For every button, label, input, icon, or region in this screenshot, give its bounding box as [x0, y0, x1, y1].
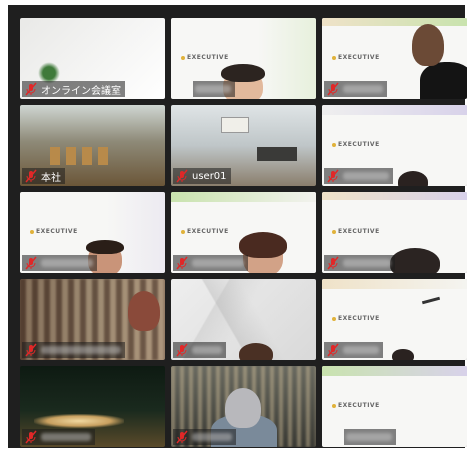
slide-accent: [258, 18, 316, 99]
participant-name-blurred: [192, 433, 232, 441]
participant-name: オンライン会議室: [41, 85, 121, 97]
participant-name-tag: [173, 429, 236, 445]
participant-name-tag: [173, 255, 248, 271]
participant-name-tag: [193, 81, 235, 97]
slide-logo: EXECUTIVE: [181, 54, 229, 61]
participant-head: [390, 248, 440, 273]
participant-name-blurred: [343, 259, 391, 267]
participant-name: 本社: [41, 172, 61, 184]
video-tile[interactable]: EXECUTIVE: [20, 192, 165, 273]
participant-name-blurred: [343, 85, 383, 93]
office-chairs: [50, 147, 110, 165]
mic-muted-icon: [327, 169, 339, 183]
slide-accent: [322, 279, 467, 289]
participant-name-tag: [22, 342, 125, 358]
participant-name-blurred: [192, 259, 244, 267]
video-tile[interactable]: オンライン会議室: [20, 18, 165, 99]
slide-logo: EXECUTIVE: [332, 402, 380, 409]
participant-head: [239, 343, 273, 360]
participant-head: [392, 349, 414, 360]
participant-name-tag: [22, 255, 97, 271]
slide-logo: EXECUTIVE: [332, 141, 380, 148]
mic-muted-icon: [176, 430, 188, 444]
participant-name-tag: [324, 168, 393, 184]
video-tile[interactable]: 本社: [20, 105, 165, 186]
mic-muted-icon: [327, 343, 339, 357]
participant-name-blurred: [343, 172, 389, 180]
video-tile[interactable]: EXECUTIVE: [171, 18, 316, 99]
slide-logo: EXECUTIVE: [332, 228, 380, 235]
mic-muted-icon: [176, 169, 188, 183]
participant-name-blurred: [41, 433, 91, 441]
participant-name-tag: 本社: [22, 168, 65, 184]
participant-name-blurred: [192, 346, 222, 354]
slide-accent: [322, 18, 467, 26]
participant-head: [412, 24, 444, 66]
participant-name-blurred: [343, 346, 379, 354]
mic-muted-icon: [327, 256, 339, 270]
video-gallery: オンライン会議室 EXECUTIVE EXECUTIVE 本社 user01 E…: [8, 5, 467, 448]
participant-name-tag: [324, 255, 395, 271]
slide-logo: EXECUTIVE: [30, 228, 78, 235]
participant-name-tag: [22, 429, 95, 445]
video-tile[interactable]: EXECUTIVE: [322, 105, 467, 186]
mic-muted-icon: [25, 256, 37, 270]
slide-logo: EXECUTIVE: [332, 54, 380, 61]
participant-body: [420, 62, 467, 99]
office-table: [257, 147, 297, 161]
slide-logo: EXECUTIVE: [181, 228, 229, 235]
video-tile[interactable]: [20, 279, 165, 360]
mic-muted-icon: [176, 256, 188, 270]
participant-name-tag: [344, 429, 396, 445]
camp-tents: [34, 414, 124, 428]
video-tile[interactable]: EXECUTIVE: [322, 18, 467, 99]
participant-name-tag: [324, 342, 383, 358]
video-tile[interactable]: EXECUTIVE: [322, 366, 467, 447]
video-tile[interactable]: [171, 279, 316, 360]
video-tile[interactable]: [171, 366, 316, 447]
participant-head: [128, 291, 160, 331]
participant-name-tag: user01: [173, 168, 231, 184]
mic-muted-icon: [25, 169, 37, 183]
wall-display: [221, 117, 249, 133]
slide-accent: [171, 192, 316, 202]
participant-name-blurred: [41, 346, 121, 354]
participant-name-blurred: [41, 259, 93, 267]
mic-muted-icon: [25, 430, 37, 444]
mic-muted-icon: [25, 82, 37, 96]
slide-accent: [322, 192, 467, 200]
slide-accent: [322, 105, 467, 115]
video-tile[interactable]: [20, 366, 165, 447]
participant-hair: [221, 64, 265, 82]
mic-muted-icon: [25, 343, 37, 357]
participant-name-tag: オンライン会議室: [22, 81, 125, 97]
participant-name-blurred: [195, 85, 231, 93]
video-tile[interactable]: EXECUTIVE: [322, 192, 467, 273]
mic-muted-icon: [327, 82, 339, 96]
participant-name: user01: [192, 170, 227, 182]
mic-muted-icon: [176, 343, 188, 357]
slide-logo: EXECUTIVE: [332, 315, 380, 322]
participant-name-blurred: [346, 433, 392, 441]
video-tile[interactable]: EXECUTIVE: [171, 192, 316, 273]
video-tile[interactable]: user01: [171, 105, 316, 186]
participant-hair: [86, 240, 124, 254]
video-tile[interactable]: EXECUTIVE: [322, 279, 467, 360]
participant-name-tag: [324, 81, 387, 97]
participant-head: [398, 171, 428, 186]
participant-name-tag: [173, 342, 226, 358]
slide-accent: [322, 366, 467, 376]
participant-head: [225, 388, 261, 428]
